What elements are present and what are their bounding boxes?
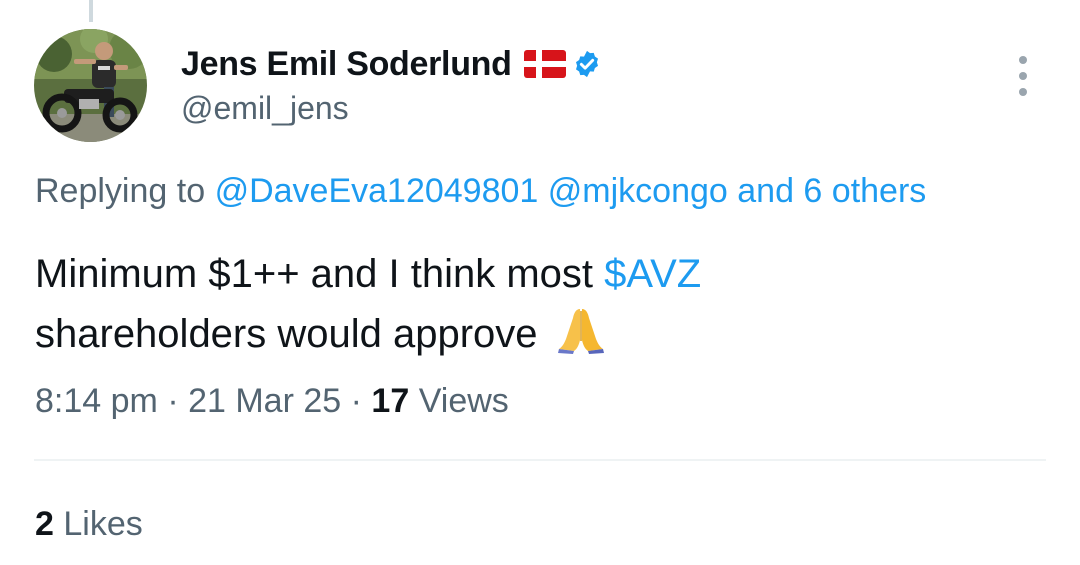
meta-separator: · (350, 382, 362, 420)
more-dot-icon (1019, 56, 1027, 64)
likes-count: 2 (35, 505, 54, 543)
folded-hands-emoji (556, 305, 606, 355)
views-label: Views (418, 382, 509, 420)
avatar[interactable] (34, 29, 147, 142)
mention-link[interactable]: @DaveEva12049801 (215, 172, 539, 210)
more-options-button[interactable] (1008, 56, 1038, 96)
thread-connector-line (89, 0, 93, 22)
divider (34, 459, 1046, 461)
verified-badge-icon[interactable] (572, 49, 602, 79)
mention-link[interactable]: @mjkcongo (548, 172, 728, 210)
more-dot-icon (1019, 88, 1027, 96)
replying-to-label: Replying to (35, 172, 206, 210)
replying-to-line: Replying to @DaveEva12049801 @mjkcongo a… (35, 172, 926, 211)
denmark-flag-icon (523, 50, 566, 78)
tweet-text-part: shareholders would approve (35, 312, 538, 356)
avatar-image (34, 29, 147, 142)
author-handle[interactable]: @emil_jens (181, 90, 349, 127)
views-count: 17 (371, 382, 410, 420)
likes-label: Likes (63, 505, 143, 543)
author-display-name[interactable]: Jens Emil Soderlund (181, 45, 512, 84)
tweet-meta: 8:14 pm · 21 Mar 25 · 17 Views (35, 382, 509, 421)
likes-link[interactable]: 2 Likes (35, 505, 143, 544)
cashtag-link[interactable]: $AVZ (604, 252, 701, 296)
tweet-time[interactable]: 8:14 pm (35, 382, 158, 420)
author-name-row: Jens Emil Soderlund (181, 42, 602, 86)
tweet-text-part: Minimum $1++ and I think most (35, 252, 605, 296)
meta-separator: · (167, 382, 179, 420)
others-link[interactable]: and 6 others (737, 172, 926, 210)
more-dot-icon (1019, 72, 1027, 80)
tweet-date[interactable]: 21 Mar 25 (188, 382, 341, 420)
tweet-text: Minimum $1++ and I think most $AVZ share… (35, 244, 1035, 364)
